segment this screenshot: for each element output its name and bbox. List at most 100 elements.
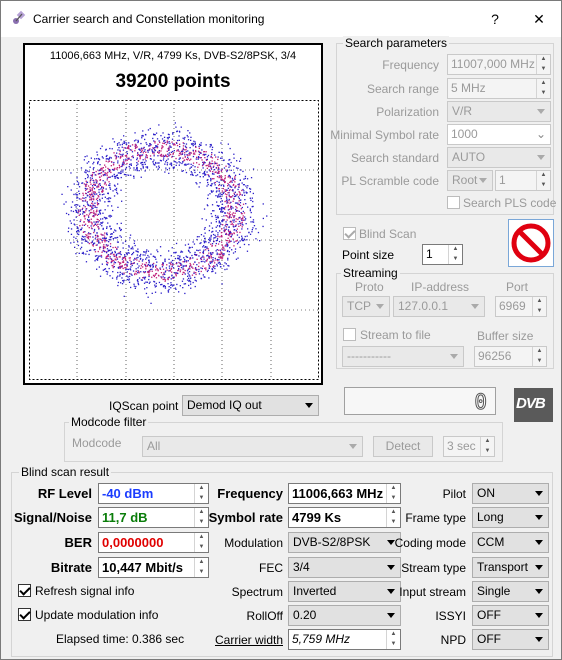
stream-to-file-checkbox[interactable] xyxy=(343,328,356,341)
constellation-point xyxy=(113,261,115,263)
constellation-point xyxy=(207,164,210,166)
spectrum-combo[interactable]: Inverted xyxy=(288,581,401,602)
constellation-point xyxy=(143,150,145,152)
constellation-point xyxy=(176,272,178,274)
polarization-combo[interactable]: V/R xyxy=(447,101,551,122)
constellation-point xyxy=(106,227,108,229)
constellation-point xyxy=(117,160,119,162)
input-stream-combo[interactable]: Single xyxy=(472,581,549,602)
stream-file-combo[interactable]: ----------- xyxy=(342,346,464,367)
constellation-point xyxy=(81,237,83,240)
constellation-point xyxy=(168,250,170,252)
constellation-point xyxy=(77,184,80,186)
constellation-point xyxy=(214,257,216,260)
fec-combo[interactable]: 3/4 xyxy=(288,557,401,578)
stream-type-combo[interactable]: Transport xyxy=(472,557,549,578)
constellation-point xyxy=(115,256,117,258)
frame-type-combo[interactable]: Long xyxy=(472,507,549,528)
ip-address-combo[interactable]: 127.0.0.1 xyxy=(393,296,485,317)
search-standard-combo[interactable]: AUTO xyxy=(447,147,551,168)
close-button[interactable]: ✕ xyxy=(517,1,561,37)
blind-scan-checkbox[interactable] xyxy=(343,227,356,240)
help-button[interactable]: ? xyxy=(473,1,517,37)
constellation-point xyxy=(215,226,217,228)
pilot-combo[interactable]: ON xyxy=(472,483,549,504)
constellation-point xyxy=(242,188,244,191)
constellation-point xyxy=(179,146,181,148)
constellation-point xyxy=(106,173,108,175)
constellation-point xyxy=(124,255,126,257)
constellation-point xyxy=(101,187,103,189)
constellation-point xyxy=(197,249,199,252)
constellation-point xyxy=(213,173,215,175)
constellation-point xyxy=(94,192,96,194)
detect-button[interactable]: Detect xyxy=(373,436,433,457)
constellation-point xyxy=(118,167,120,169)
constellation-point xyxy=(214,234,216,236)
constellation-point xyxy=(219,262,221,264)
constellation-point xyxy=(93,216,95,218)
update-modulation-checkbox[interactable] xyxy=(18,608,31,621)
pl-scramble-mode-combo[interactable]: Root xyxy=(447,170,493,191)
constellation-point xyxy=(180,266,183,269)
constellation-point xyxy=(141,263,144,265)
iqscan-combo[interactable]: Demod IQ out xyxy=(182,395,319,416)
constellation-point xyxy=(252,200,254,203)
constellation-point xyxy=(249,187,251,190)
coding-mode-combo[interactable]: CCM xyxy=(472,532,549,553)
npd-combo[interactable]: OFF xyxy=(472,629,549,650)
carrier-width-link[interactable]: Carrier width xyxy=(215,633,283,647)
refresh-signal-checkbox[interactable] xyxy=(18,584,31,597)
constellation-point xyxy=(160,160,162,162)
constellation-point xyxy=(92,196,95,198)
constellation-point xyxy=(171,271,173,273)
constellation-point xyxy=(188,280,190,282)
constellation-point xyxy=(93,181,95,184)
stop-button[interactable] xyxy=(508,219,554,267)
min-symbol-rate-field[interactable]: 1000 ⌄ xyxy=(447,124,551,145)
constellation-point xyxy=(119,251,122,253)
constellation-point xyxy=(233,183,235,186)
constellation-point xyxy=(214,162,217,164)
constellation-point xyxy=(171,285,174,287)
constellation-point xyxy=(233,192,235,194)
constellation-point xyxy=(218,175,221,177)
proto-combo[interactable]: TCP xyxy=(342,296,390,317)
constellation-point xyxy=(76,181,79,183)
port-field[interactable]: 6969 ▲ ▼ xyxy=(495,296,547,317)
constellation-point xyxy=(145,160,147,162)
pl-scramble-value-field[interactable]: 1 ▲ ▼ xyxy=(495,170,551,191)
constellation-point xyxy=(146,281,148,283)
constellation-point xyxy=(165,154,167,156)
constellation-point xyxy=(136,259,138,261)
constellation-point xyxy=(131,151,134,153)
modcode-combo[interactable]: All xyxy=(142,436,363,457)
constellation-point xyxy=(224,262,226,264)
constellation-point xyxy=(216,265,218,267)
constellation-point xyxy=(244,199,246,201)
timeout-field[interactable]: 3 sec ▲ ▼ xyxy=(443,436,495,457)
constellation-point xyxy=(81,208,83,211)
constellation-point xyxy=(220,201,222,203)
constellation-point xyxy=(223,247,225,249)
constellation-point xyxy=(182,266,184,268)
constellation-point xyxy=(109,176,111,178)
issyi-combo[interactable]: OFF xyxy=(472,605,549,626)
constellation-point xyxy=(83,253,85,255)
rolloff-combo[interactable]: 0.20 xyxy=(288,605,401,626)
constellation-point xyxy=(142,159,144,161)
constellation-point xyxy=(189,167,191,169)
constellation-point xyxy=(98,241,100,243)
constellation-point xyxy=(106,198,108,200)
point-size-field[interactable]: 1 ▲ ▼ xyxy=(422,244,463,265)
search-range-field[interactable]: 5 MHz ▲ ▼ xyxy=(447,78,551,99)
modulation-combo[interactable]: DVB-S2/8PSK xyxy=(288,532,401,553)
constellation-point xyxy=(208,162,211,164)
search-pls-checkbox[interactable] xyxy=(447,196,460,209)
constellation-point xyxy=(227,259,229,261)
buffer-size-field[interactable]: 96256 ▲ ▼ xyxy=(474,346,547,367)
constellation-point xyxy=(136,158,138,161)
constellation-point xyxy=(178,265,180,268)
constellation-point xyxy=(96,200,99,202)
frequency-field[interactable]: 11007,000 MHz ▲ ▼ xyxy=(447,54,551,75)
